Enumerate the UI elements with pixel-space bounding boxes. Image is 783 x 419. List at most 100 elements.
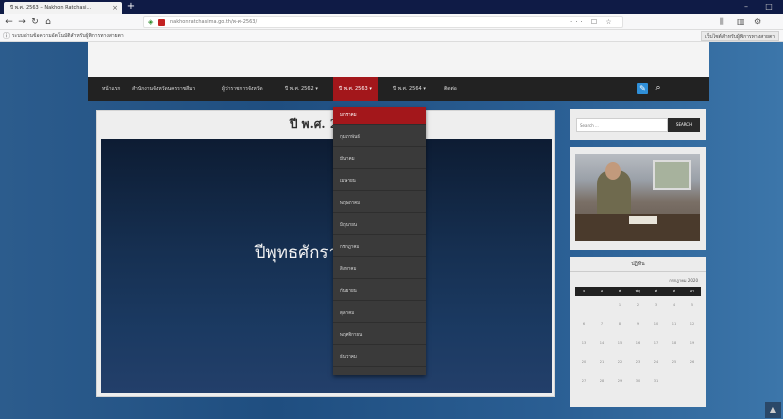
dropdown-item-aug[interactable]: สิงหาคม <box>333 261 426 279</box>
edit-icon[interactable]: ✎ <box>637 83 648 94</box>
dropdown-item-mar[interactable]: มีนาคม <box>333 151 426 169</box>
calendar-day[interactable]: 13 <box>575 337 593 349</box>
nav-item-governor[interactable]: ผู้ว่าราชการจังหวัด <box>222 77 263 101</box>
scroll-top-button[interactable]: ▲ <box>765 402 781 418</box>
calendar-weekday: จ <box>582 289 586 293</box>
photo-head <box>605 162 621 180</box>
search-button[interactable]: SEARCH <box>668 118 700 132</box>
page-title: ปี พ.ศ. 2563 <box>289 117 364 131</box>
calendar-day <box>575 299 593 311</box>
forward-icon[interactable]: → <box>16 16 28 28</box>
dropdown-item-nov[interactable]: พฤศจิกายน <box>333 327 426 345</box>
calendar-day <box>665 375 683 387</box>
minimize-button[interactable]: – <box>736 0 756 14</box>
extensions-icon[interactable]: ⚙ <box>754 16 761 28</box>
page-actions[interactable]: ··· ☐ ☆ <box>570 17 615 27</box>
sidebar-icon[interactable]: ▥ <box>737 16 745 28</box>
home-icon[interactable]: ⌂ <box>42 16 54 28</box>
calendar-month: กรกฎาคม 2020 <box>669 278 698 283</box>
calendar-weekday: พฤ <box>635 289 641 293</box>
calendar-day[interactable]: 17 <box>647 337 665 349</box>
dropdown-item-apr[interactable]: เมษายน <box>333 173 426 191</box>
page-body: หน้าแรก สำนักงานจังหวัดนครราชสีมา ผู้ว่า… <box>0 42 783 419</box>
calendar-day[interactable]: 5 <box>683 299 701 311</box>
tab-title: ปี พ.ศ. 2563 – Nakhon Ratchasi... <box>10 5 92 11</box>
calendar-weekday-header: จ อ พ พฤ ศ ส อา <box>575 287 701 296</box>
calendar-day[interactable]: 27 <box>575 375 593 387</box>
dropdown-item-jul[interactable]: กรกฎาคม <box>333 239 426 257</box>
calendar-day[interactable]: 30 <box>629 375 647 387</box>
calendar-day[interactable]: 21 <box>593 356 611 368</box>
calendar-day <box>683 375 701 387</box>
address-bar[interactable]: ◈ nakhonratchasima.go.th/พ-ศ-2563/ ··· ☐… <box>143 16 623 28</box>
dropdown-item-sep[interactable]: กันยายน <box>333 283 426 301</box>
calendar-day[interactable]: 6 <box>575 318 593 330</box>
accessibility-button[interactable]: เว็บไซต์สำหรับผู้พิการทางสายตา <box>701 31 779 41</box>
new-tab-button[interactable]: + <box>126 1 136 12</box>
calendar-day[interactable]: 2 <box>629 299 647 311</box>
nav-item-2562[interactable]: ปี พ.ศ. 2562 ▾ <box>285 77 318 101</box>
url-text: nakhonratchasima.go.th/พ-ศ-2563/ <box>170 19 258 25</box>
calendar-day[interactable]: 11 <box>665 318 683 330</box>
nav-item-2564[interactable]: ปี พ.ศ. 2564 ▾ <box>393 77 426 101</box>
library-icon[interactable]: ⫼ <box>720 16 724 28</box>
search-widget: SEARCH <box>570 109 706 140</box>
tab-close-icon[interactable]: × <box>112 2 118 14</box>
calendar-title: ปฏิทิน <box>570 257 706 272</box>
hero-banner: ปีพุทธศักราช 2563 <box>101 139 552 393</box>
calendar-day[interactable]: 26 <box>683 356 701 368</box>
info-bar-text: ระบบอ่านข้อความอัตโนมัติสำหรับผู้พิการทา… <box>12 33 124 39</box>
dropdown-item-jan[interactable]: มกราคม <box>333 107 426 125</box>
calendar-day[interactable]: 28 <box>593 375 611 387</box>
dropdown-item-dec[interactable]: ธันวาคม <box>333 349 426 367</box>
calendar-day[interactable]: 18 <box>665 337 683 349</box>
calendar-day[interactable]: 15 <box>611 337 629 349</box>
calendar-day[interactable]: 20 <box>575 356 593 368</box>
governor-photo[interactable] <box>575 154 700 241</box>
reload-icon[interactable]: ↻ <box>29 16 41 28</box>
site-icon <box>158 19 165 26</box>
nav-item-contact[interactable]: ติดต่อ <box>444 77 457 101</box>
calendar-day[interactable]: 19 <box>683 337 701 349</box>
content-card: ปี พ.ศ. 2563 ปีพุทธศักราช 2563 <box>96 110 555 397</box>
calendar-day[interactable]: 1 <box>611 299 629 311</box>
calendar-day[interactable]: 25 <box>665 356 683 368</box>
calendar-day <box>593 299 611 311</box>
calendar-day[interactable]: 14 <box>593 337 611 349</box>
browser-toolbar: ← → ↻ ⌂ ◈ nakhonratchasima.go.th/พ-ศ-256… <box>0 14 783 30</box>
back-icon[interactable]: ← <box>3 16 15 28</box>
calendar-day[interactable]: 4 <box>665 299 683 311</box>
calendar-day[interactable]: 29 <box>611 375 629 387</box>
governor-photo-widget <box>570 147 706 250</box>
calendar-weekday: ส <box>672 289 676 293</box>
calendar-day[interactable]: 12 <box>683 318 701 330</box>
calendar-day[interactable]: 24 <box>647 356 665 368</box>
calendar-day[interactable]: 3 <box>647 299 665 311</box>
photo-window <box>653 160 691 190</box>
info-bar: ⓘ ระบบอ่านข้อความอัตโนมัติสำหรับผู้พิการ… <box>0 30 783 42</box>
calendar-day[interactable]: 16 <box>629 337 647 349</box>
nav-item-office[interactable]: สำนักงานจังหวัดนครราชสีมา <box>132 77 195 101</box>
calendar-day[interactable]: 22 <box>611 356 629 368</box>
search-icon[interactable]: ⌕ <box>652 82 664 95</box>
browser-tab-bar: ปี พ.ศ. 2563 – Nakhon Ratchasi... × + – … <box>0 0 783 14</box>
month-dropdown: มกราคม กุมภาพันธ์ มีนาคม เมษายน พฤษภาคม … <box>333 107 426 375</box>
dropdown-item-may[interactable]: พฤษภาคม <box>333 195 426 213</box>
maximize-button[interactable]: □ <box>759 0 779 14</box>
calendar-day[interactable]: 23 <box>629 356 647 368</box>
search-input[interactable] <box>576 118 668 132</box>
calendar-day[interactable]: 7 <box>593 318 611 330</box>
calendar-weekday: อ <box>600 289 604 293</box>
dropdown-item-oct[interactable]: ตุลาคม <box>333 305 426 323</box>
calendar-day[interactable]: 31 <box>647 375 665 387</box>
browser-tab[interactable]: ปี พ.ศ. 2563 – Nakhon Ratchasi... × <box>4 2 122 14</box>
main-navigation: หน้าแรก สำนักงานจังหวัดนครราชสีมา ผู้ว่า… <box>88 77 709 101</box>
calendar-day[interactable]: 9 <box>629 318 647 330</box>
info-icon: ⓘ <box>3 32 10 40</box>
dropdown-item-jun[interactable]: มิถุนายน <box>333 217 426 235</box>
nav-item-2563[interactable]: ปี พ.ศ. 2563 ▾ <box>333 77 378 101</box>
nav-item-home[interactable]: หน้าแรก <box>102 77 120 101</box>
calendar-day[interactable]: 8 <box>611 318 629 330</box>
calendar-day[interactable]: 10 <box>647 318 665 330</box>
dropdown-item-feb[interactable]: กุมภาพันธ์ <box>333 129 426 147</box>
